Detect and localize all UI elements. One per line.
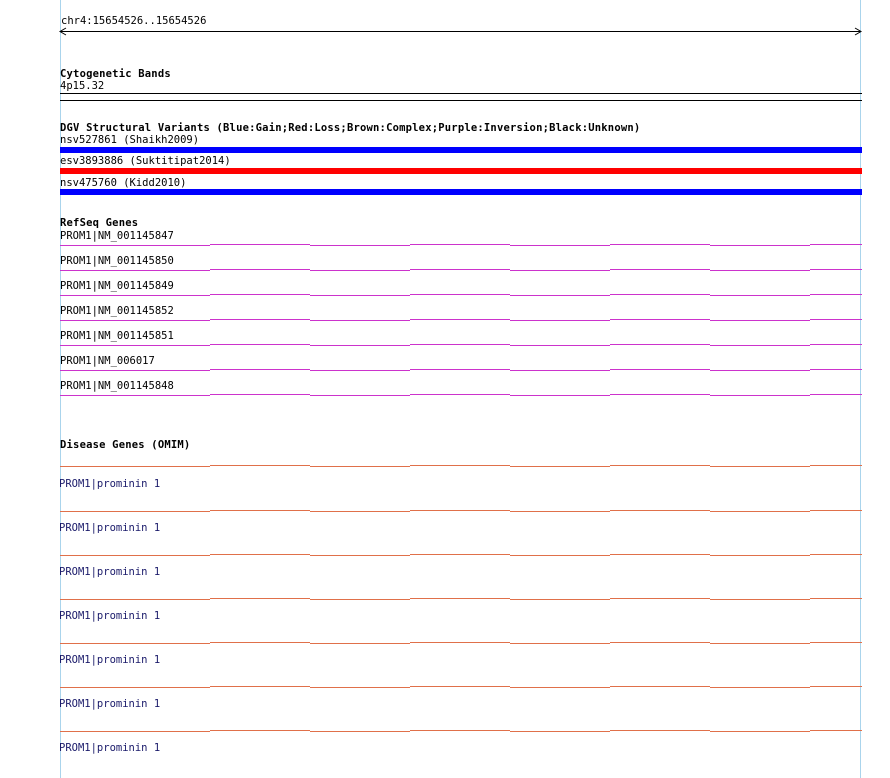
omim-gene-lines <box>60 465 862 732</box>
